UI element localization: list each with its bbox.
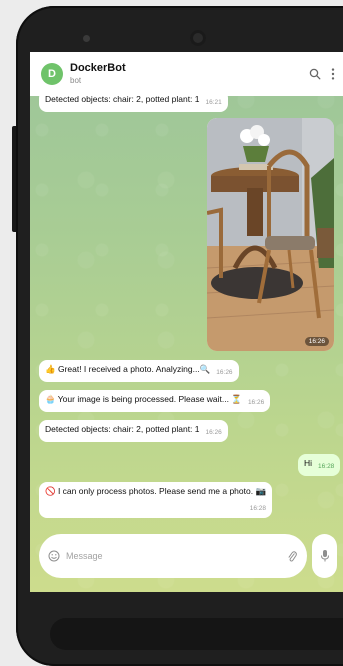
chat-screen: D DockerBot bot Detected objects: chair:… (30, 52, 343, 592)
avatar[interactable]: D (41, 63, 63, 85)
more-vertical-icon[interactable] (331, 68, 335, 80)
room-photo (207, 118, 334, 351)
microphone-icon[interactable] (312, 534, 337, 578)
front-camera (83, 35, 90, 42)
paperclip-icon[interactable] (287, 550, 297, 563)
emoji-icon[interactable] (48, 550, 60, 562)
photo-time: 16:26 (304, 337, 329, 346)
chat-title-block[interactable]: DockerBot bot (70, 63, 126, 85)
message-time: 16:26 (216, 369, 233, 376)
message-time: 16:28 (318, 463, 335, 470)
chat-title: DockerBot (70, 62, 126, 74)
message-text: Detected objects: chair: 2, potted plant… (45, 424, 200, 434)
message-input[interactable]: Message (66, 551, 103, 561)
earpiece (190, 30, 206, 46)
photo-message[interactable]: 16:26 (207, 118, 334, 351)
header-actions (299, 68, 335, 80)
message-time: 16:21 (205, 99, 222, 106)
message-composer[interactable]: Message (39, 534, 307, 578)
message-text: 👍 Great! I received a photo. Analyzing..… (45, 364, 211, 374)
bottom-bezel (50, 618, 343, 650)
message-time: 16:26 (247, 399, 265, 406)
message-bubble[interactable]: 👍 Great! I received a photo. Analyzing..… (39, 360, 239, 382)
message-bubble[interactable]: 🚫 I can only process photos. Please send… (39, 482, 273, 518)
message-bubble[interactable]: 🧁 Your image is being processed. Please … (39, 390, 271, 412)
outgoing-message-bubble[interactable]: Hi 16:28 (298, 454, 341, 476)
search-icon[interactable] (309, 68, 321, 80)
message-bubble[interactable]: Detected objects: chair: 2, potted plant… (39, 420, 228, 442)
chat-subtitle: bot (70, 76, 82, 85)
message-text: 🚫 I can only process photos. Please send… (45, 486, 267, 496)
message-time: 16:28 (249, 505, 267, 512)
message-text: 🧁 Your image is being processed. Please … (45, 394, 242, 404)
chat-header: D DockerBot bot (30, 52, 343, 96)
message-time: 16:26 (205, 429, 222, 436)
message-text: Hi (304, 458, 313, 468)
